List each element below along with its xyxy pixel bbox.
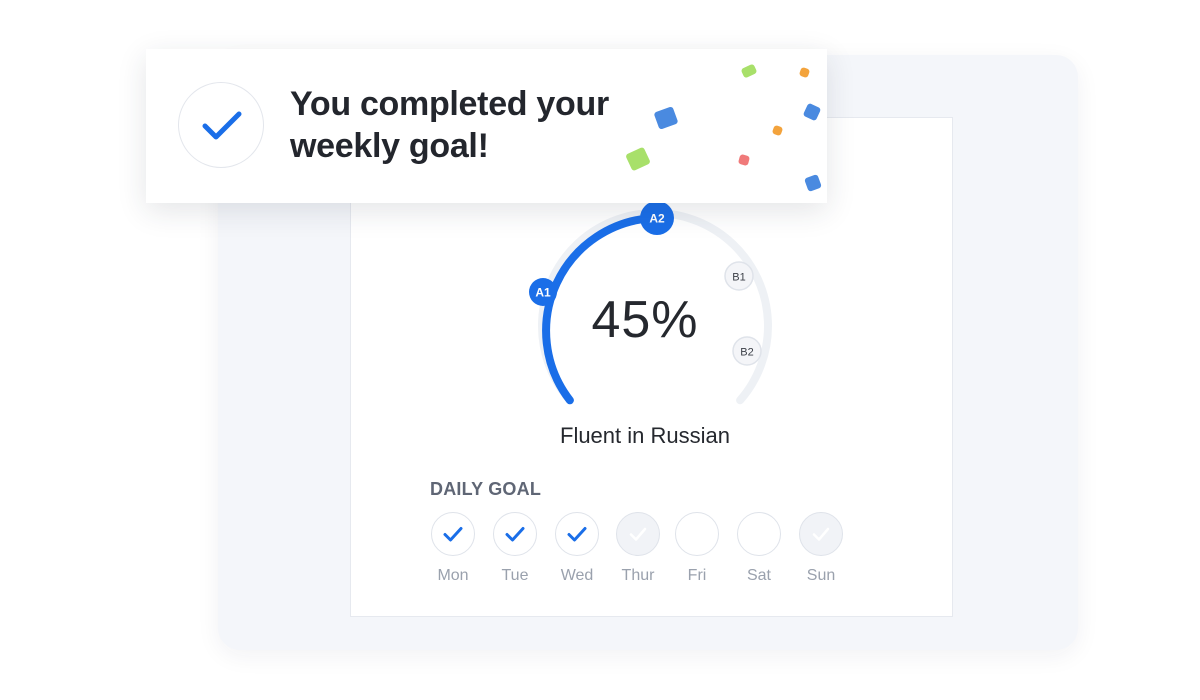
svg-text:B1: B1 (732, 272, 745, 284)
day-mon-circle[interactable] (431, 512, 475, 556)
confetti-piece (737, 153, 751, 167)
check-icon (443, 527, 463, 542)
app-stage: A1 A2 B1 B2 45% Fluent in Russian DAILY … (0, 0, 1200, 700)
day-fri[interactable]: Fri (667, 512, 727, 585)
day-name: Sat (746, 567, 771, 584)
day-name: Fri (687, 567, 707, 584)
milestone-b2[interactable]: B2 (732, 336, 762, 366)
day-name: Tue (501, 567, 529, 584)
check-icon (567, 527, 587, 542)
check-icon (505, 527, 525, 542)
svg-text:A2: A2 (649, 212, 665, 226)
svg-text:A1: A1 (535, 286, 551, 300)
confetti-piece (804, 174, 822, 192)
milestone-a1[interactable]: A1 (529, 278, 557, 306)
day-sat[interactable]: Sat (729, 512, 789, 585)
milestone-b1[interactable]: B1 (724, 261, 754, 291)
day-sun-circle[interactable] (799, 512, 843, 556)
day-name: Sun (806, 567, 836, 584)
day-mon[interactable]: Mon (423, 512, 483, 585)
day-wed-circle[interactable] (555, 512, 599, 556)
day-tue[interactable]: Tue (485, 512, 545, 585)
toast-title: You completed your weekly goal! (290, 85, 609, 165)
level-goal-label: Fluent in Russian (560, 423, 730, 448)
toast-check-badge (178, 82, 264, 168)
confetti-piece (771, 124, 784, 137)
svg-text:B2: B2 (740, 347, 753, 359)
day-wed[interactable]: Wed (547, 512, 607, 585)
confetti-piece (798, 66, 811, 79)
day-name: Thur (621, 567, 655, 584)
day-thur-circle[interactable] (616, 512, 660, 556)
day-sun[interactable]: Sun (791, 512, 851, 585)
day-name: Wed (560, 567, 594, 584)
daily-goal-label: DAILY GOAL (430, 479, 542, 499)
check-icon (629, 527, 647, 541)
progress-percent: 45% (591, 291, 699, 349)
day-tue-circle[interactable] (493, 512, 537, 556)
confetti-piece (802, 102, 822, 122)
day-fri-circle[interactable] (675, 512, 719, 556)
day-name: Mon (437, 567, 469, 584)
day-sat-circle[interactable] (737, 512, 781, 556)
day-thur[interactable]: Thur (608, 512, 668, 585)
confetti-piece (653, 106, 679, 130)
confetti-piece (740, 63, 758, 79)
check-icon (812, 527, 830, 541)
check-icon (202, 111, 242, 140)
milestone-a2[interactable]: A2 (640, 201, 674, 235)
goal-complete-toast[interactable]: You completed your weekly goal! (146, 49, 827, 203)
